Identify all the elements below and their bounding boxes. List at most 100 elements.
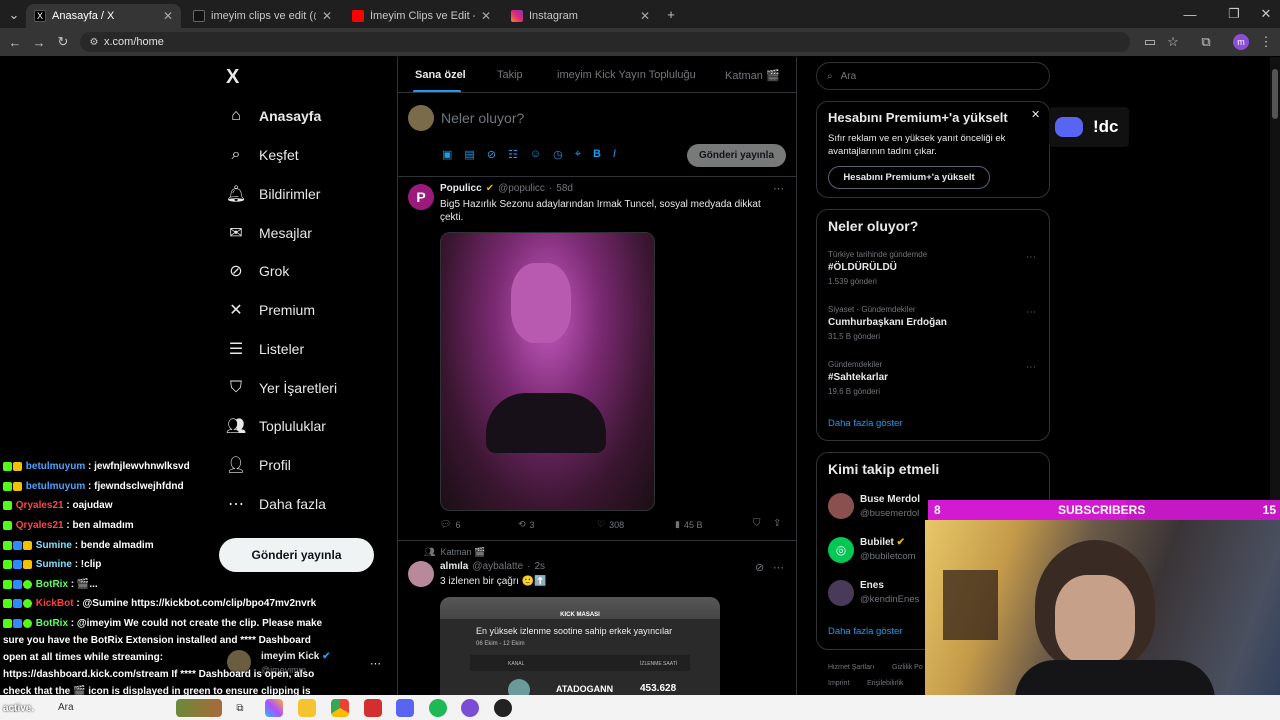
poll-icon[interactable]: ☷ xyxy=(508,148,518,161)
nav-more[interactable]: ⋯ Daha fazla xyxy=(227,489,326,519)
gif-icon[interactable]: ▤ xyxy=(464,148,474,161)
media-icon[interactable]: ▣ xyxy=(442,148,452,161)
tab-instagram[interactable]: Instagram ✕ xyxy=(503,4,658,28)
close-icon[interactable]: ✕ xyxy=(1031,108,1040,121)
close-tab-icon[interactable]: ✕ xyxy=(640,9,650,23)
chrome-icon[interactable] xyxy=(331,699,349,717)
trend-item[interactable]: Gündemdekiler #Sahtekarlar 19,6 B gönder… xyxy=(828,360,888,396)
task-view-icon[interactable]: ⧉ xyxy=(231,699,249,717)
account-name[interactable]: imeyim Kick ✔ xyxy=(261,651,331,662)
x-logo-icon[interactable]: X xyxy=(226,66,239,89)
bookmark-star-icon[interactable]: ☆ xyxy=(1163,32,1183,52)
tab-community[interactable]: imeyim Kick Yayın Topluluğu xyxy=(557,69,696,81)
post-handle[interactable]: @aybalatte xyxy=(472,561,523,572)
location-icon[interactable]: ⌖ xyxy=(575,148,581,161)
search-input[interactable]: ⌕ Ara xyxy=(816,62,1050,90)
post-button[interactable]: Gönderi yayınla xyxy=(219,538,374,572)
bold-icon[interactable]: B xyxy=(593,148,601,161)
close-tab-icon[interactable]: ✕ xyxy=(322,9,332,23)
footer-privacy[interactable]: Gizlilik Po xyxy=(892,664,923,671)
trend-item[interactable]: Türkiye tarihinde gündemde #ÖLDÜRÜLDÜ 1.… xyxy=(828,250,927,286)
footer-accessibility[interactable]: Erişilebilirlik xyxy=(867,680,904,687)
follow-name[interactable]: Buse Merdol xyxy=(860,494,920,505)
grok-icon[interactable]: ⊘ xyxy=(487,148,496,161)
post-handle[interactable]: @populicc xyxy=(498,183,545,194)
show-more-follow-link[interactable]: Daha fazla göster xyxy=(828,626,902,637)
new-tab-icon[interactable]: + xyxy=(661,4,681,24)
community-context[interactable]: 👥︎ Katman 🎬 xyxy=(424,547,485,558)
tab-tiktok[interactable]: imeyim clips ve edit (@imeyim ✕ xyxy=(185,4,340,28)
views-button[interactable]: ▮ 45 B xyxy=(675,519,702,530)
follow-name[interactable]: Enes xyxy=(860,580,884,591)
nav-notifications[interactable]: 🔔︎ Bildirimler xyxy=(226,179,321,209)
premium-upgrade-button[interactable]: Hesabını Premium+'a yükselt xyxy=(828,166,990,189)
back-icon[interactable]: ← xyxy=(5,32,25,52)
taskbar-search[interactable]: Ara xyxy=(58,702,74,713)
grok-post-icon[interactable]: ⊘ xyxy=(755,561,764,574)
footer-terms[interactable]: Hizmet Şartları xyxy=(828,664,874,671)
schedule-icon[interactable]: ◷ xyxy=(553,148,563,161)
trend-more-icon[interactable]: ⋯ xyxy=(1026,307,1036,318)
composer-post-button[interactable]: Gönderi yayınla xyxy=(687,144,786,167)
minimize-icon[interactable]: — xyxy=(1180,4,1200,24)
follow-avatar[interactable] xyxy=(828,493,854,519)
post-image[interactable] xyxy=(440,232,655,511)
discord-taskbar-icon[interactable] xyxy=(396,699,414,717)
taskbar-widget-icon[interactable] xyxy=(176,699,222,717)
reload-icon[interactable]: ↻ xyxy=(53,32,73,52)
reply-button[interactable]: 💬︎ 6 xyxy=(440,519,460,530)
close-window-icon[interactable]: ✕ xyxy=(1256,4,1276,24)
tab-youtube[interactable]: İmeyim Clips ve Edit - YouTube ✕ xyxy=(344,4,499,28)
tab-katman[interactable]: Katman 🎬 xyxy=(725,69,780,82)
tab-following[interactable]: Takip xyxy=(497,69,523,81)
repost-button[interactable]: ⟲ 3 xyxy=(518,519,535,530)
footer-imprint[interactable]: Imprint xyxy=(828,680,849,687)
share-icon[interactable]: ⇪ xyxy=(773,518,781,529)
post-time[interactable]: 2s xyxy=(534,561,545,572)
follow-avatar[interactable] xyxy=(828,580,854,606)
nav-grok[interactable]: ⊘ Grok xyxy=(227,256,289,286)
tab-x-home[interactable]: X Anasayfa / X ✕ xyxy=(26,4,181,28)
post-author[interactable]: almıla xyxy=(440,561,468,572)
close-tab-icon[interactable]: ✕ xyxy=(163,9,173,23)
follow-avatar[interactable]: ◎ xyxy=(828,537,854,563)
post-time[interactable]: 58d xyxy=(556,183,573,194)
copilot-icon[interactable] xyxy=(265,699,283,717)
nav-home[interactable]: ⌂ Anasayfa xyxy=(227,101,321,131)
spotify-icon[interactable] xyxy=(429,699,447,717)
post-more-icon[interactable]: ⋯ xyxy=(773,182,784,195)
trend-more-icon[interactable]: ⋯ xyxy=(1026,362,1036,373)
show-more-trends-link[interactable]: Daha fazla göster xyxy=(828,418,902,429)
winrar-icon[interactable] xyxy=(364,699,382,717)
post-image-card[interactable]: KICK MASASI En yüksek izlenme sootine sa… xyxy=(440,597,720,695)
like-button[interactable]: ♡ 308 xyxy=(597,519,624,530)
italic-icon[interactable]: I xyxy=(613,148,616,161)
file-explorer-icon[interactable] xyxy=(298,699,316,717)
post-avatar[interactable] xyxy=(408,561,434,587)
cast-icon[interactable]: ▭ xyxy=(1140,32,1160,52)
forward-icon[interactable]: → xyxy=(29,32,49,52)
extensions-icon[interactable]: ⧉ xyxy=(1196,32,1216,52)
obs-icon[interactable] xyxy=(461,699,479,717)
follow-name[interactable]: Bubilet ✔ xyxy=(860,537,905,548)
trend-more-icon[interactable]: ⋯ xyxy=(1026,252,1036,263)
scrollbar-thumb[interactable] xyxy=(1272,69,1278,119)
nav-lists[interactable]: ☰ Listeler xyxy=(227,334,304,364)
app-icon[interactable] xyxy=(494,699,512,717)
nav-bookmarks[interactable]: ⛉ Yer İşaretleri xyxy=(227,373,337,403)
emoji-icon[interactable]: ☺ xyxy=(530,148,541,161)
nav-profile[interactable]: 👤︎ Profil xyxy=(226,450,291,480)
post-more-icon[interactable]: ⋯ xyxy=(773,561,784,574)
nav-explore[interactable]: ⌕ Keşfet xyxy=(227,140,299,170)
composer-input[interactable]: Neler oluyor? xyxy=(441,110,524,126)
site-info-icon[interactable]: ⚙ xyxy=(84,32,104,52)
nav-premium[interactable]: ✕ Premium xyxy=(227,295,315,325)
post-author[interactable]: Populicc xyxy=(440,183,482,194)
post-avatar[interactable]: P xyxy=(408,184,434,210)
restore-icon[interactable]: ❐ xyxy=(1224,4,1244,24)
close-tab-icon[interactable]: ✕ xyxy=(481,9,491,23)
account-menu-icon[interactable]: ⋯ xyxy=(370,657,381,670)
tab-for-you[interactable]: Sana özel xyxy=(415,69,466,81)
nav-messages[interactable]: ✉ Mesajlar xyxy=(227,218,312,248)
bookmark-post-icon[interactable]: ⛉ xyxy=(753,518,761,529)
